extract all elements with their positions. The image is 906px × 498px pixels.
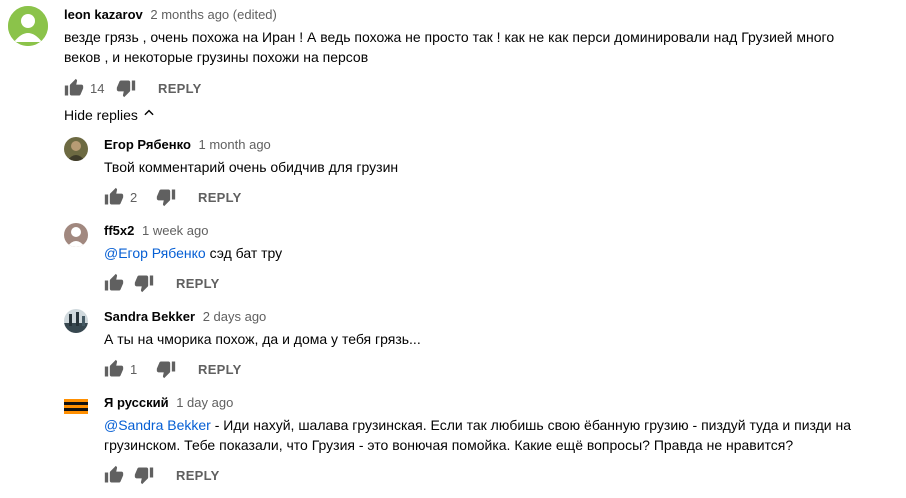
comment-header: Егор Рябенко 1 month ago xyxy=(104,137,271,152)
comment-text: @Егор Рябенко сэд бат тру xyxy=(104,243,894,263)
author-name[interactable]: Я русский xyxy=(104,395,169,410)
like-count: 2 xyxy=(130,189,138,205)
thumb-up-icon[interactable] xyxy=(64,78,84,98)
avatar[interactable] xyxy=(64,395,88,419)
thumb-down-icon[interactable] xyxy=(156,187,176,207)
thumb-up-icon[interactable] xyxy=(104,187,124,207)
author-name[interactable]: ff5x2 xyxy=(104,223,134,238)
thumb-up-icon[interactable] xyxy=(104,273,124,293)
comment-text-line: везде грязь , очень похожа на Иран ! А в… xyxy=(64,29,835,45)
thumb-down-icon[interactable] xyxy=(134,465,154,485)
thumb-up-icon[interactable] xyxy=(104,359,124,379)
mention-link[interactable]: @Sandra Bekker xyxy=(104,417,211,433)
thumb-down-icon[interactable] xyxy=(134,273,154,293)
comment-header: ff5x2 1 week ago xyxy=(104,223,208,238)
timestamp[interactable]: 2 days ago xyxy=(203,309,267,324)
comment-actions: 2 REPLY xyxy=(104,187,242,207)
comment-text: везде грязь , очень похожа на Иран ! А в… xyxy=(64,27,894,67)
thumb-up-icon[interactable] xyxy=(104,465,124,485)
mention-link[interactable]: @Егор Рябенко xyxy=(104,245,206,261)
comment-text-span: - Иди нахуй, шалава грузинская. Если так… xyxy=(210,417,852,433)
author-name[interactable]: leon kazarov xyxy=(64,7,143,22)
thumb-down-icon[interactable] xyxy=(116,78,136,98)
comment-text-line: веков , и некоторые грузины похожи на пе… xyxy=(64,49,369,65)
reply-button[interactable]: REPLY xyxy=(176,276,220,291)
reply-button[interactable]: REPLY xyxy=(176,468,220,483)
comment-text: А ты на чморика похож, да и дома у тебя … xyxy=(104,329,894,349)
avatar[interactable] xyxy=(64,137,88,161)
like-count: 1 xyxy=(130,361,138,377)
reply-comment: Sandra Bekker 2 days ago А ты на чморика… xyxy=(0,306,906,386)
reply-comment: Егор Рябенко 1 month ago Твой комментари… xyxy=(0,134,906,214)
timestamp[interactable]: 2 months ago (edited) xyxy=(150,7,276,22)
comment-header: Sandra Bekker 2 days ago xyxy=(104,309,266,324)
thumb-down-icon[interactable] xyxy=(156,359,176,379)
avatar[interactable] xyxy=(64,223,88,247)
author-name[interactable]: Sandra Bekker xyxy=(104,309,195,324)
author-name[interactable]: Егор Рябенко xyxy=(104,137,191,152)
comment-text-line: грузинском. Тебе показали, что Грузия - … xyxy=(104,437,794,453)
comment-actions: REPLY xyxy=(104,465,220,485)
reply-comment: ff5x2 1 week ago @Егор Рябенко сэд бат т… xyxy=(0,220,906,300)
comment-actions: 1 REPLY xyxy=(104,359,242,379)
top-comment: leon kazarov 2 months ago (edited) везде… xyxy=(0,0,906,100)
comment-text-line: Твой комментарий очень обидчив для грузи… xyxy=(104,159,399,175)
comment-actions: REPLY xyxy=(104,273,220,293)
reply-button[interactable]: REPLY xyxy=(198,190,242,205)
comment-text: @Sandra Bekker - Иди нахуй, шалава грузи… xyxy=(104,415,894,455)
reply-button[interactable]: REPLY xyxy=(198,362,242,377)
timestamp[interactable]: 1 day ago xyxy=(176,395,233,410)
hide-replies-label: Hide replies xyxy=(64,106,138,123)
hide-replies-button[interactable]: Hide replies xyxy=(64,106,156,123)
comment-text: Твой комментарий очень обидчив для грузи… xyxy=(104,157,894,177)
timestamp[interactable]: 1 month ago xyxy=(199,137,271,152)
comment-text-line: @Sandra Bekker - Иди нахуй, шалава грузи… xyxy=(104,415,894,435)
reply-comment: Я русский 1 day ago @Sandra Bekker - Иди… xyxy=(0,392,906,498)
comment-text-span: сэд бат тру xyxy=(205,245,283,261)
comment-header: leon kazarov 2 months ago (edited) xyxy=(64,7,277,22)
comment-text-line: А ты на чморика похож, да и дома у тебя … xyxy=(104,331,421,347)
timestamp[interactable]: 1 week ago xyxy=(142,223,209,238)
reply-button[interactable]: REPLY xyxy=(158,81,202,96)
ribbon-avatar xyxy=(64,395,88,419)
avatar[interactable] xyxy=(8,6,48,46)
comment-text-line: @Егор Рябенко сэд бат тру xyxy=(104,243,894,263)
comment-actions: 14 REPLY xyxy=(64,78,202,98)
chevron-up-icon xyxy=(138,106,156,123)
like-count: 14 xyxy=(90,80,105,96)
avatar[interactable] xyxy=(64,309,88,333)
comment-header: Я русский 1 day ago xyxy=(104,395,233,410)
